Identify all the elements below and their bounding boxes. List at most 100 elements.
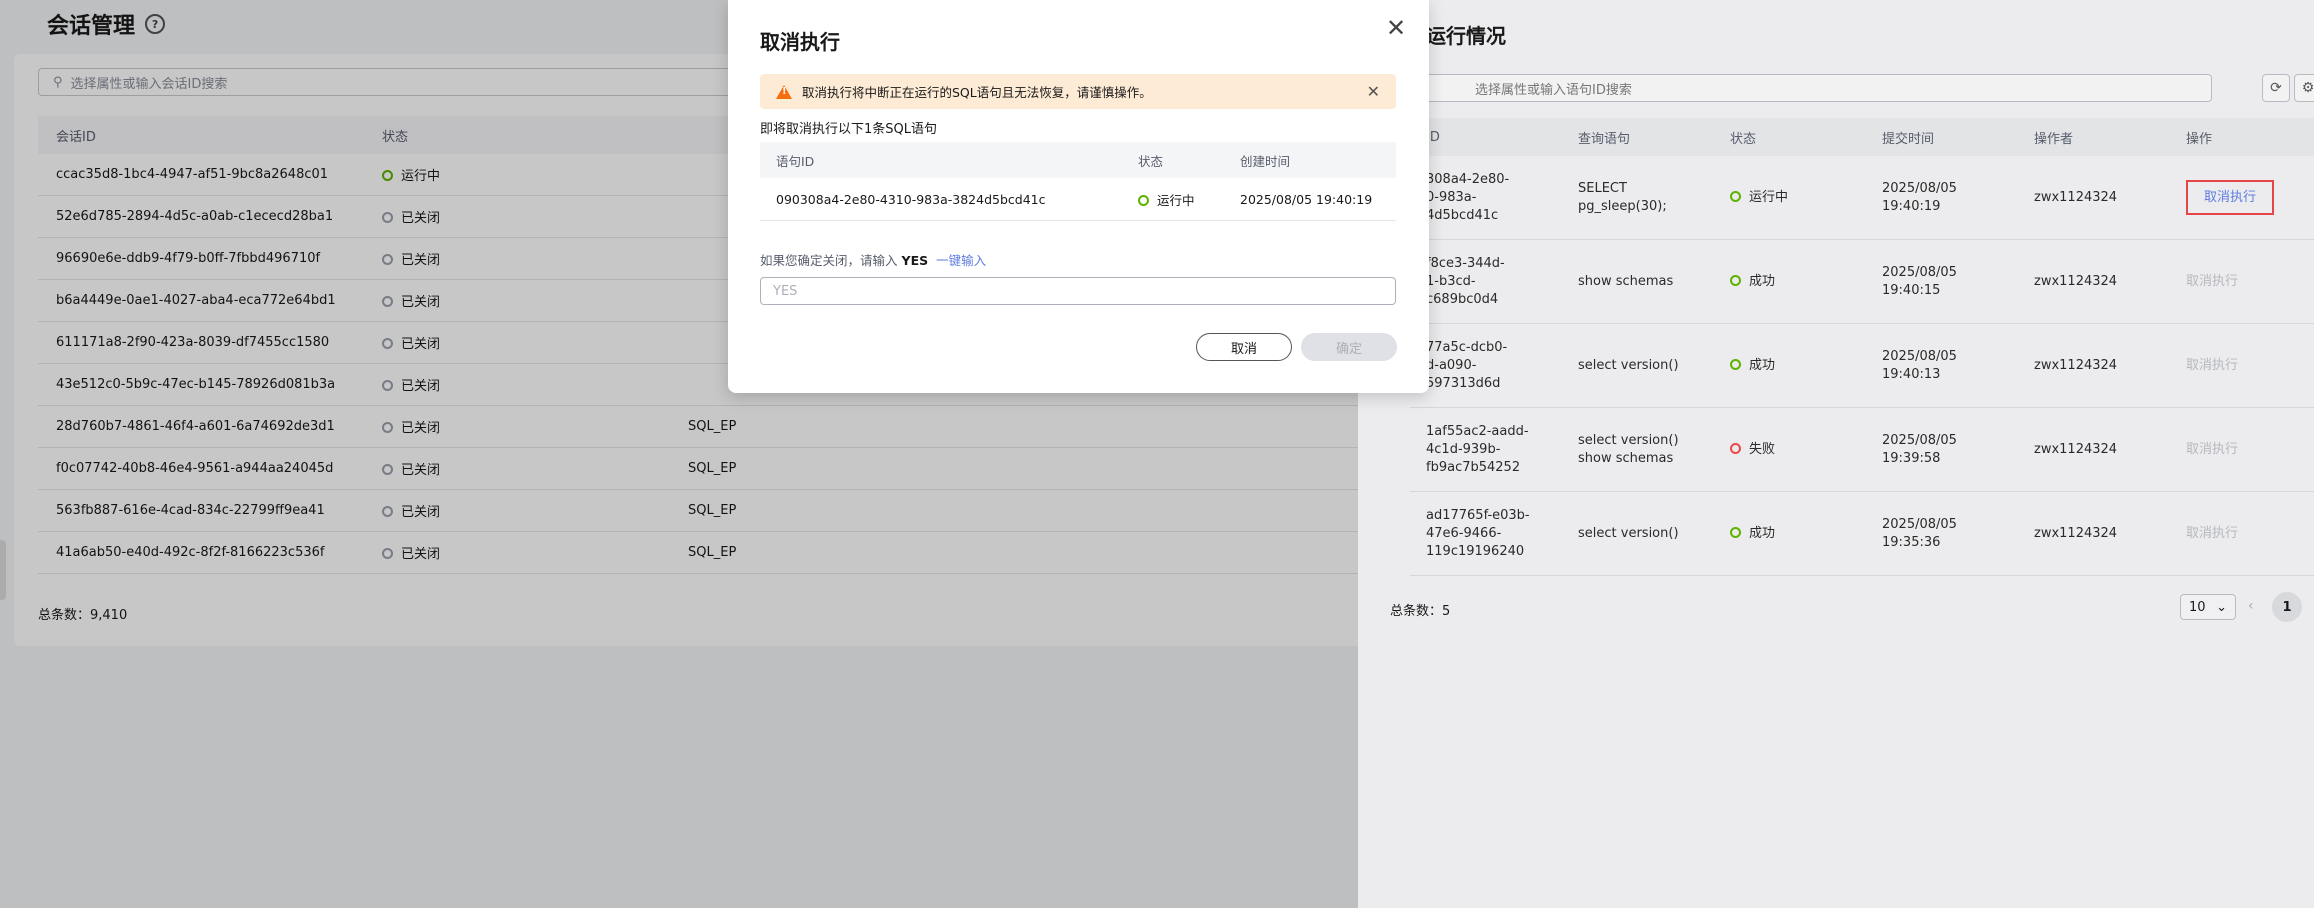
statement-id-line: 1-b3cd- [1426,273,1476,289]
status-dot-icon [1730,274,1741,286]
query-line: select version() [1578,432,1679,448]
warning-close-icon[interactable]: ✕ [1367,82,1380,101]
statement-create-time: 2025/08/05 19:40:19 [1224,178,1396,221]
statement-id-line: 4c1d-939b- [1426,441,1501,457]
operator: zwx1124324 [2018,323,2170,408]
statement-id: ad17765f-e03b- 47e6-9466- 119c19196240 [1410,491,1562,576]
action-cell: 取消执行 [2170,239,2314,324]
confirm-button[interactable]: 确定 [1301,333,1397,361]
status-dot-icon [1730,526,1741,538]
query-statement: select version() show schemas [1562,407,1714,492]
settings-icon[interactable]: ⚙ [2294,74,2314,102]
action-cell: 取消执行 [2170,323,2314,408]
col-header-query[interactable]: 查询语句 [1562,118,1714,156]
submit-time: 2025/08/05 19:40:19 [1866,156,2018,240]
statement-status: 成功 [1714,323,1866,408]
page-size-select[interactable]: 10 ⌄ [2180,594,2236,620]
status-dot-icon [1730,190,1741,202]
cancel-execution-dialog: 取消执行 ✕ 取消执行将中断正在运行的SQL语句且无法恢复，请谨慎操作。 ✕ 即… [728,0,1429,393]
col-header-operator[interactable]: 操作者 [2018,118,2170,156]
col-header-create-time: 创建时间 [1224,142,1396,178]
submit-time: 2025/08/05 19:35:36 [1866,491,2018,576]
statement-id-line: 597313d6d [1426,375,1501,391]
statement-id-line: d-a090- [1426,357,1477,373]
cancel-execution-link[interactable]: 取消执行 [2186,179,2275,215]
confirm-hint: 如果您确定关闭，请输入 YES 一键输入 [760,250,986,269]
statement-status: 运行中 [1714,156,1866,240]
table-row[interactable]: 1af55ac2-aadd- 4c1d-939b-fb9ac7b54252 sele… [1410,407,2314,492]
confirm-keyword: YES [901,253,929,268]
statement-table: ID 查询语句 状态 提交时间 操作者 操作 308a4-2e80- 0-983a… [1410,118,2314,576]
chevron-down-icon: ⌄ [2216,599,2227,615]
status-dot-icon [1138,194,1149,206]
refresh-icon[interactable]: ⟳ [2262,74,2290,102]
statement-status: 成功 [1714,491,1866,576]
query-line: select version() [1578,357,1679,373]
table-row: 090308a4-2e80-4310-983a-3824d5bcd41c 运行中… [760,178,1396,221]
statement-id: 1af55ac2-aadd- 4c1d-939b-fb9ac7b54252 [1410,407,1562,492]
statement-id-line: 4d5bcd41c [1426,207,1499,223]
query-statement: select version() [1562,491,1714,576]
col-header-statement-id: 语句ID [760,142,1122,178]
query-line: show schemas [1578,450,1674,466]
col-header-submit-time[interactable]: 提交时间 [1866,118,2018,156]
confirm-hint-text: 如果您确定关闭，请输入 [760,253,898,268]
statement-id-line: f8ce3-344d- [1426,255,1505,271]
col-header-action: 操作 [2170,118,2314,156]
run-status-drawer: 运行情况 选择属性或输入语句ID搜索 ⟳ ⚙ ID 查询语句 状态 提交时间 操… [1358,0,2314,908]
close-icon[interactable]: ✕ [1386,16,1406,40]
col-header-status[interactable]: 状态 [1714,118,1866,156]
query-statement: SELECT pg_sleep(30); [1562,156,1714,240]
statement-status-label: 运行中 [1157,192,1195,208]
statement-id-line: 0-983a- [1426,189,1477,205]
table-row[interactable]: 308a4-2e80- 0-983a- 4d5bcd41c SELECT pg_slee… [1410,156,2314,240]
query-statement: show schemas [1562,239,1714,324]
col-header-id[interactable]: ID [1410,118,1562,156]
submit-time: 2025/08/05 19:40:15 [1866,239,2018,324]
statement-status-label: 成功 [1749,357,1776,373]
query-line: show schemas [1578,273,1674,289]
statement-status-label: 失败 [1749,441,1776,457]
dialog-subtitle: 即将取消执行以下1条SQL语句 [760,122,937,137]
table-row[interactable]: 77a5c-dcb0- d-a090- 597313d6d select versio… [1410,323,2314,408]
col-header-status: 状态 [1122,142,1224,178]
confirm-input[interactable] [760,277,1396,305]
statement-status: 运行中 [1122,178,1224,221]
statement-search-placeholder: 选择属性或输入语句ID搜索 [1475,82,1632,98]
query-statement: select version() [1562,323,1714,408]
statement-id: 308a4-2e80- 0-983a- 4d5bcd41c [1410,156,1562,240]
statement-id-line: 119c19196240 [1426,543,1525,559]
operator: zwx1124324 [2018,239,2170,324]
statement-id-line: 308a4-2e80- [1426,171,1510,187]
cancel-execution-link: 取消执行 [2186,525,2239,541]
affected-statement-table: 语句ID 状态 创建时间 090308a4-2e80-4310-983a-382… [760,142,1396,221]
action-cell: 取消执行 [2170,156,2314,240]
action-cell: 取消执行 [2170,491,2314,576]
table-row[interactable]: f8ce3-344d- 1-b3cd-c689bc0d4 show schemas 成… [1410,239,2314,324]
statement-search-input[interactable]: 选择属性或输入语句ID搜索 [1410,74,2212,102]
prev-page-icon[interactable]: ‹ [2248,598,2254,614]
query-line: select version() [1578,525,1679,541]
statement-status-label: 成功 [1749,273,1776,289]
dialog-title: 取消执行 [760,30,840,54]
statement-id-line: c689bc0d4 [1426,291,1499,307]
operator: zwx1124324 [2018,407,2170,492]
submit-time: 2025/08/05 19:39:58 [1866,407,2018,492]
warning-banner: 取消执行将中断正在运行的SQL语句且无法恢复，请谨慎操作。 ✕ [760,74,1396,109]
cancel-execution-link: 取消执行 [2186,357,2239,373]
statement-status: 成功 [1714,239,1866,324]
warning-text: 取消执行将中断正在运行的SQL语句且无法恢复，请谨慎操作。 [802,85,1152,100]
warning-icon [776,84,792,99]
operator: zwx1124324 [2018,156,2170,240]
statement-status: 失败 [1714,407,1866,492]
statement-id-line: ad17765f-e03b- [1426,507,1530,523]
auto-fill-link[interactable]: 一键输入 [936,253,986,268]
cancel-button[interactable]: 取消 [1196,333,1292,361]
page-number-current[interactable]: 1 [2272,592,2302,622]
status-dot-icon [1730,442,1741,454]
table-row[interactable]: ad17765f-e03b- 47e6-9466- 119c19196240 sele… [1410,491,2314,576]
statement-id-line: fb9ac7b54252 [1426,459,1521,475]
statement-total: 总条数：5 [1390,604,1451,619]
statement-id-line: 1af55ac2-aadd- [1426,423,1529,439]
page-size-value: 10 [2189,599,2206,615]
